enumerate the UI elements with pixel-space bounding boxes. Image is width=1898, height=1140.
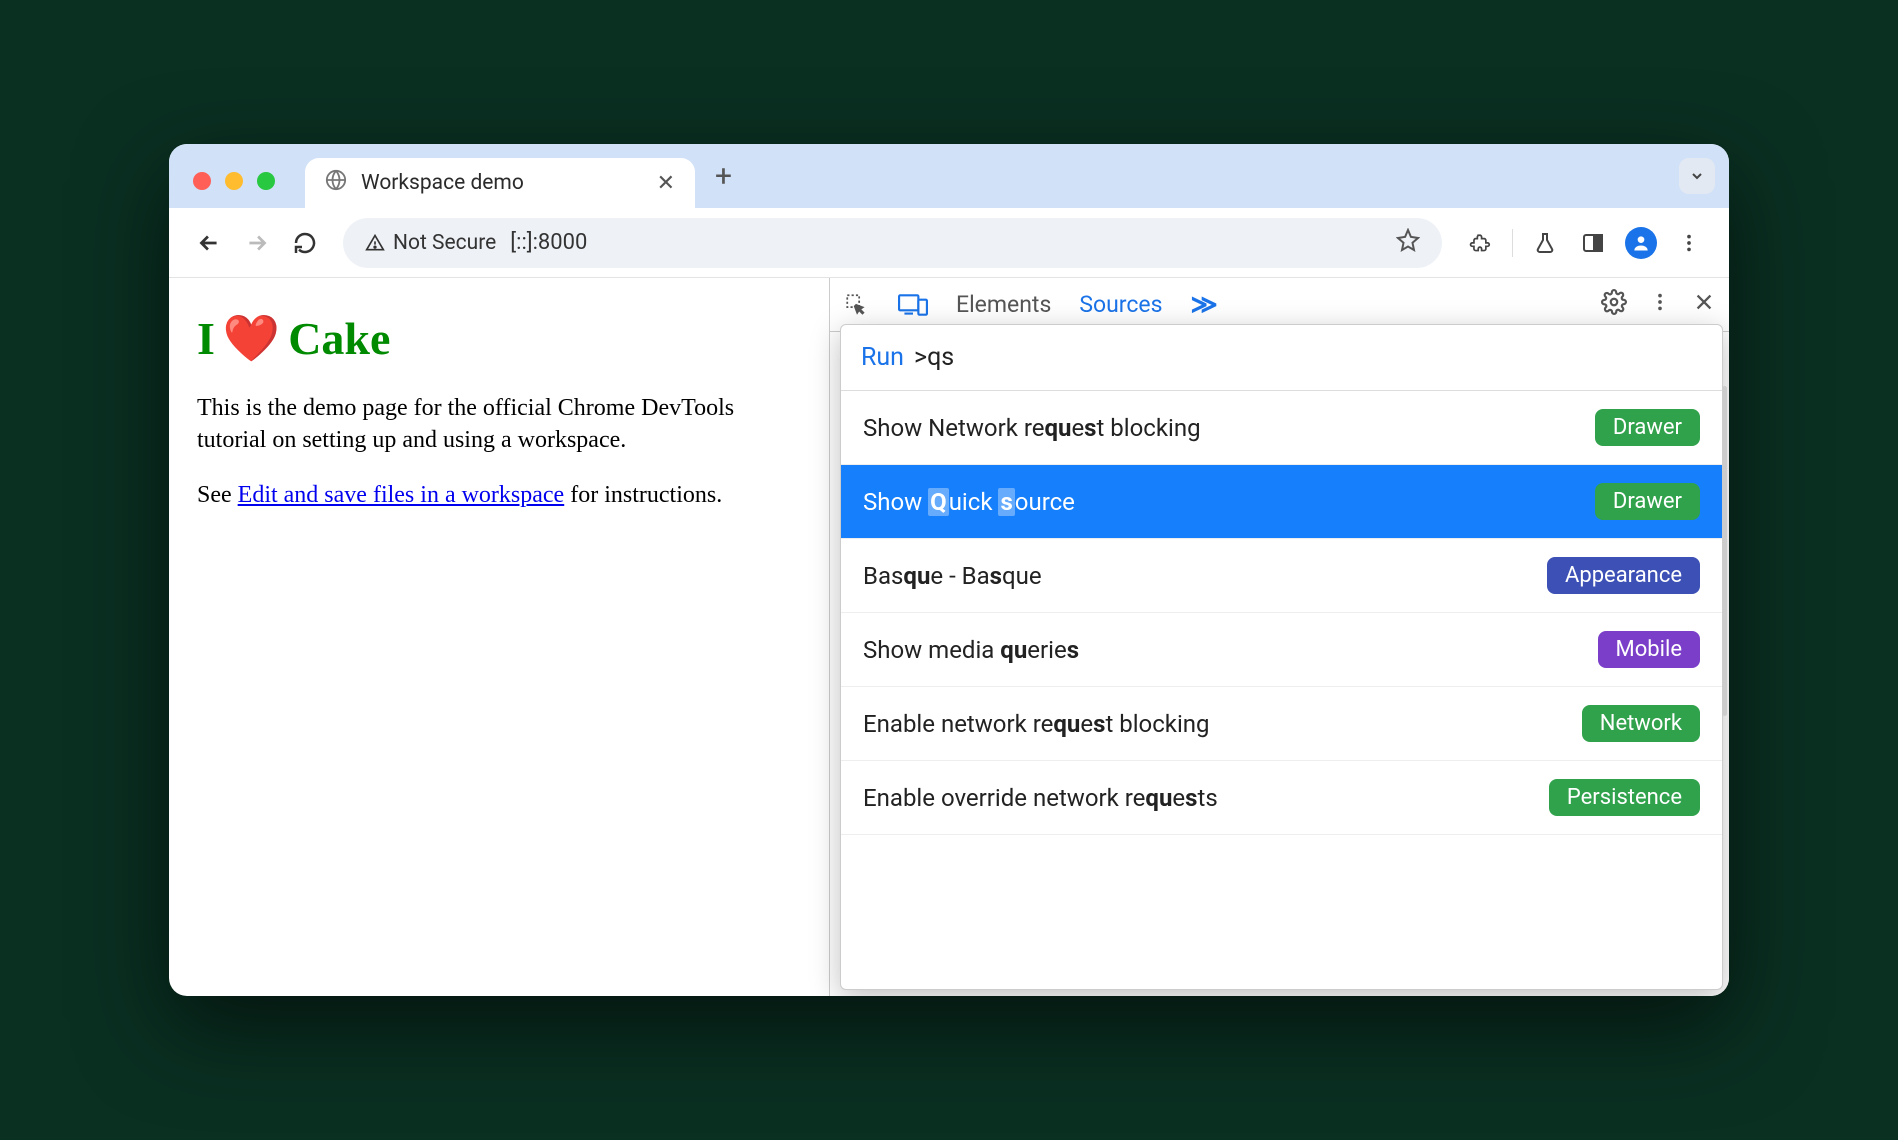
command-badge: Persistence: [1549, 779, 1700, 816]
scrollbar[interactable]: [1722, 386, 1727, 716]
command-label: Show Network request blocking: [863, 414, 1201, 442]
command-label: Show media queries: [863, 636, 1079, 664]
browser-window: Workspace demo ✕ + Not Secure [::]:8000: [169, 144, 1729, 996]
command-item[interactable]: Show Quick source Drawer: [841, 465, 1722, 539]
close-tab-icon[interactable]: ✕: [657, 171, 675, 196]
command-badge: Network: [1582, 705, 1700, 742]
command-label: Enable override network requests: [863, 784, 1218, 812]
settings-gear-icon[interactable]: [1601, 289, 1627, 321]
heading-pre: I: [197, 308, 215, 370]
bookmark-star-icon[interactable]: [1396, 228, 1420, 258]
devtools-close-icon[interactable]: [1693, 291, 1715, 319]
command-prefix: Run: [861, 343, 904, 372]
tab-title: Workspace demo: [361, 171, 524, 195]
window-controls: [183, 172, 285, 208]
command-item[interactable]: Enable override network requests Persiste…: [841, 761, 1722, 835]
profile-button[interactable]: [1621, 223, 1661, 263]
address-bar[interactable]: Not Secure [::]:8000: [343, 218, 1442, 268]
content-area: I ❤️ Cake This is the demo page for the …: [169, 278, 1729, 996]
command-item[interactable]: Basque - Basque Appearance: [841, 539, 1722, 613]
maximize-window-button[interactable]: [257, 172, 275, 190]
toolbar-divider: [1512, 229, 1513, 257]
labs-icon[interactable]: [1525, 223, 1565, 263]
p2-pre: See: [197, 482, 238, 508]
tabs-dropdown-button[interactable]: [1679, 158, 1715, 194]
command-label: Show Quick source: [863, 488, 1075, 516]
command-badge: Mobile: [1598, 631, 1700, 668]
command-badge: Drawer: [1595, 409, 1700, 446]
close-window-button[interactable]: [193, 172, 211, 190]
sidepanel-icon[interactable]: [1573, 223, 1613, 263]
globe-icon: [325, 169, 347, 197]
tab-elements[interactable]: Elements: [956, 291, 1051, 318]
command-menu: Run >qs Show Network request blocking Dra…: [840, 324, 1723, 990]
tab-sources[interactable]: Sources: [1079, 291, 1162, 318]
rendered-page: I ❤️ Cake This is the demo page for the …: [169, 278, 829, 996]
command-label: Enable network request blocking: [863, 710, 1210, 738]
page-heading: I ❤️ Cake: [197, 308, 801, 370]
command-badge: Appearance: [1547, 557, 1700, 594]
more-tabs-icon[interactable]: ≫: [1190, 290, 1217, 320]
browser-toolbar: Not Secure [::]:8000: [169, 208, 1729, 278]
command-list: Show Network request blockingDrawerShow …: [841, 391, 1722, 989]
devtools-panel: Elements Sources ≫ characters: [829, 278, 1729, 996]
extensions-icon[interactable]: [1460, 223, 1500, 263]
heading-post: Cake: [288, 308, 390, 370]
device-toggle-icon[interactable]: [898, 292, 928, 318]
workspace-link[interactable]: Edit and save files in a workspace: [238, 482, 565, 508]
minimize-window-button[interactable]: [225, 172, 243, 190]
tab-strip: Workspace demo ✕ +: [169, 144, 1729, 208]
chrome-menu-icon[interactable]: [1669, 223, 1709, 263]
url-text: [::]:8000: [510, 230, 587, 255]
browser-tab[interactable]: Workspace demo ✕: [305, 158, 695, 208]
security-label: Not Secure: [393, 231, 496, 255]
forward-button[interactable]: [237, 223, 277, 263]
inspect-icon[interactable]: [844, 292, 870, 318]
page-paragraph-1: This is the demo page for the official C…: [197, 392, 801, 457]
heart-icon: ❤️: [223, 308, 280, 370]
command-input[interactable]: Run >qs: [841, 325, 1722, 391]
reload-button[interactable]: [285, 223, 325, 263]
security-chip[interactable]: Not Secure: [365, 231, 496, 255]
command-item[interactable]: Enable network request blocking Network: [841, 687, 1722, 761]
command-query: >qs: [914, 343, 954, 372]
back-button[interactable]: [189, 223, 229, 263]
command-label: Basque - Basque: [863, 562, 1042, 590]
new-tab-button[interactable]: +: [695, 159, 752, 208]
p2-post: for instructions.: [564, 482, 722, 508]
command-badge: Drawer: [1595, 483, 1700, 520]
command-item[interactable]: Show Network request blocking Drawer: [841, 391, 1722, 465]
page-paragraph-2: See Edit and save files in a workspace f…: [197, 479, 801, 511]
command-item[interactable]: Show media queries Mobile: [841, 613, 1722, 687]
devtools-menu-icon[interactable]: [1649, 291, 1671, 319]
